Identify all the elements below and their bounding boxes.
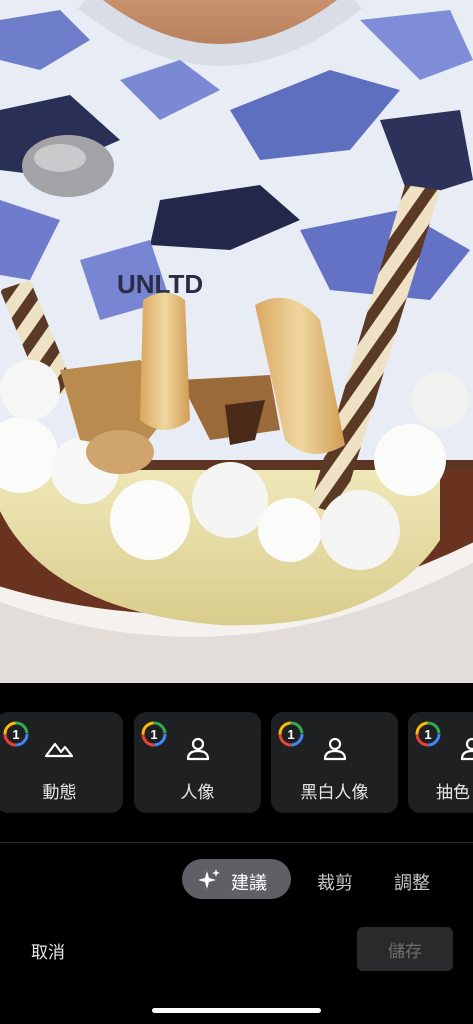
photo-editor-screen: UNLTD 1 動態 1 人像 1 黑白人像 1 抽色 建議 裁剪 調整 取消 … (0, 0, 473, 1024)
svg-text:1: 1 (424, 727, 431, 742)
suggestion-label: 人像 (180, 783, 215, 802)
tab-label: 建議 (231, 873, 267, 893)
tab-suggestions[interactable]: 建議 (182, 859, 291, 899)
sparkle-icon (198, 869, 220, 889)
tab-adjust[interactable]: 調整 (394, 869, 430, 895)
suggestion-card-portrait[interactable]: 1 人像 (134, 712, 261, 813)
dessert-photo: UNLTD (0, 0, 473, 683)
suggestion-card-color-pop[interactable]: 1 抽色 (408, 712, 473, 813)
suggestion-label: 抽色 (436, 783, 470, 802)
one-badge-icon: 1 (141, 721, 167, 747)
svg-text:1: 1 (287, 727, 294, 742)
home-indicator[interactable] (152, 1008, 321, 1013)
suggestion-card-bw-portrait[interactable]: 1 黑白人像 (271, 712, 398, 813)
svg-text:1: 1 (150, 727, 157, 742)
person-icon (186, 737, 210, 761)
person-icon (323, 737, 347, 761)
editor-tabs: 建議 裁剪 調整 (0, 858, 473, 900)
suggestion-carousel[interactable]: 1 動態 1 人像 1 黑白人像 1 抽色 (0, 712, 473, 814)
svg-text:1: 1 (12, 727, 19, 742)
suggestion-label: 黑白人像 (300, 783, 369, 802)
mountain-icon (44, 742, 74, 758)
tab-crop[interactable]: 裁剪 (317, 869, 353, 895)
suggestion-card-dynamic[interactable]: 1 動態 (0, 712, 123, 813)
person-icon (460, 737, 473, 761)
cancel-button[interactable]: 取消 (31, 938, 65, 963)
one-badge-icon: 1 (278, 721, 304, 747)
one-badge-icon: 1 (3, 721, 29, 747)
one-badge-icon: 1 (415, 721, 441, 747)
suggestion-label: 動態 (42, 783, 77, 802)
divider (0, 842, 473, 843)
save-button[interactable]: 儲存 (357, 927, 453, 971)
photo-preview: UNLTD (0, 0, 473, 683)
